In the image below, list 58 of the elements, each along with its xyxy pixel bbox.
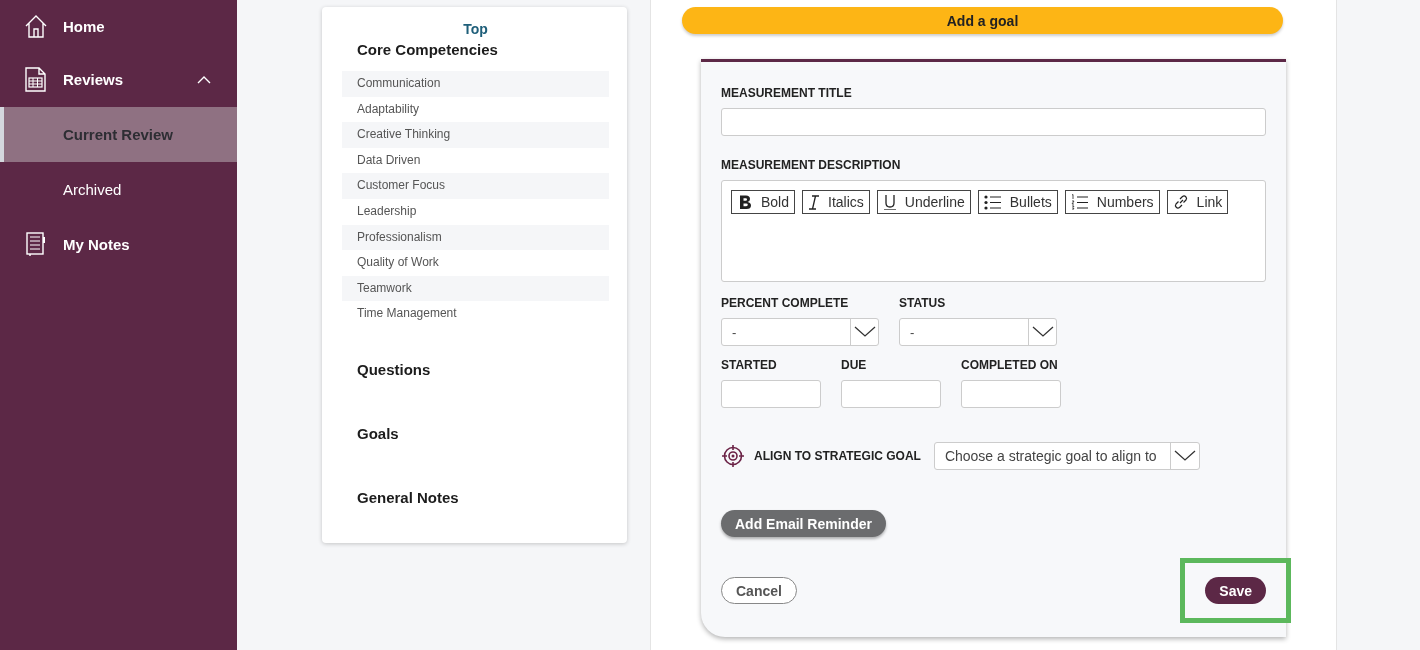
field-label: STARTED (721, 358, 778, 372)
outline-item[interactable]: Communication (342, 71, 609, 97)
format-button[interactable]: Bullets (977, 190, 1058, 214)
numbered-list-icon (1070, 194, 1089, 210)
home-icon (24, 13, 48, 39)
notebook-icon (24, 232, 48, 257)
format-button[interactable]: Numbers (1064, 190, 1160, 214)
chevron-down-icon (1173, 450, 1196, 462)
outline-item[interactable]: Leadership (342, 198, 609, 225)
section-link[interactable]: General Notes (342, 488, 459, 513)
spreadsheet-icon (24, 67, 48, 92)
field-label: ALIGN TO STRATEGIC GOAL (754, 449, 921, 463)
field-label: MEASUREMENT TITLE (721, 86, 853, 100)
nav-item[interactable]: Reviews (0, 52, 237, 107)
format-button[interactable]: Bold (731, 190, 796, 214)
bullet-list-icon (983, 194, 1002, 210)
field-label: PERCENT COMPLETE (721, 296, 850, 310)
dropdown-field[interactable]: - (899, 318, 1057, 346)
dropdown-field[interactable]: Choose a strategic goal to align to (933, 442, 1200, 470)
top-link[interactable]: Top (463, 21, 488, 37)
add-goal-button[interactable]: Add a goal (682, 7, 1283, 34)
outline-item[interactable]: Adaptability (342, 96, 609, 123)
format-button[interactable]: Underline (876, 190, 971, 214)
outline-item[interactable]: Quality of Work (342, 250, 609, 276)
bold-icon (737, 194, 753, 210)
add-email-reminder-button[interactable]: Add Email Reminder (721, 510, 886, 537)
description-editor[interactable]: Bold Italics Underline Bullets Numbers Link (721, 180, 1266, 282)
field-label: COMPLETED ON (961, 358, 1059, 372)
section-link[interactable]: Goals (342, 424, 399, 449)
chevron-down-icon (1031, 326, 1054, 338)
dropdown-field[interactable]: - (721, 318, 879, 346)
section-link[interactable]: Questions (342, 360, 431, 385)
outline-item[interactable]: Data Driven (342, 147, 609, 174)
date-input-field[interactable] (961, 380, 1061, 408)
field-label: STATUS (899, 296, 947, 310)
cancel-button[interactable]: Cancel (721, 577, 797, 604)
format-button[interactable]: Link (1166, 190, 1229, 214)
date-input-field[interactable] (841, 380, 941, 408)
save-button[interactable]: Save (1205, 577, 1266, 604)
outline-item[interactable]: Time Management (342, 301, 609, 327)
nav-item[interactable]: My Notes (0, 217, 237, 272)
outline-item[interactable]: Creative Thinking (342, 122, 609, 148)
underline-icon (882, 194, 897, 210)
field-label: DUE (841, 358, 868, 372)
title-input-field[interactable] (721, 108, 1266, 136)
nav-subitem[interactable]: Archived (0, 162, 237, 217)
italic-icon (808, 194, 821, 210)
field-label: MEASUREMENT DESCRIPTION (721, 158, 902, 172)
outline-item[interactable]: Customer Focus (342, 173, 609, 199)
chevron-down-icon (853, 326, 876, 338)
chain-link-icon (1172, 194, 1189, 210)
format-button[interactable]: Italics (802, 190, 870, 214)
outline-item[interactable]: Professionalism (342, 224, 609, 251)
date-input-field[interactable] (721, 380, 821, 408)
target-icon (721, 444, 745, 468)
section-link[interactable]: Core Competencies (342, 41, 498, 65)
outline-item[interactable]: Teamwork (342, 275, 609, 302)
nav-item[interactable]: Home (0, 0, 237, 52)
